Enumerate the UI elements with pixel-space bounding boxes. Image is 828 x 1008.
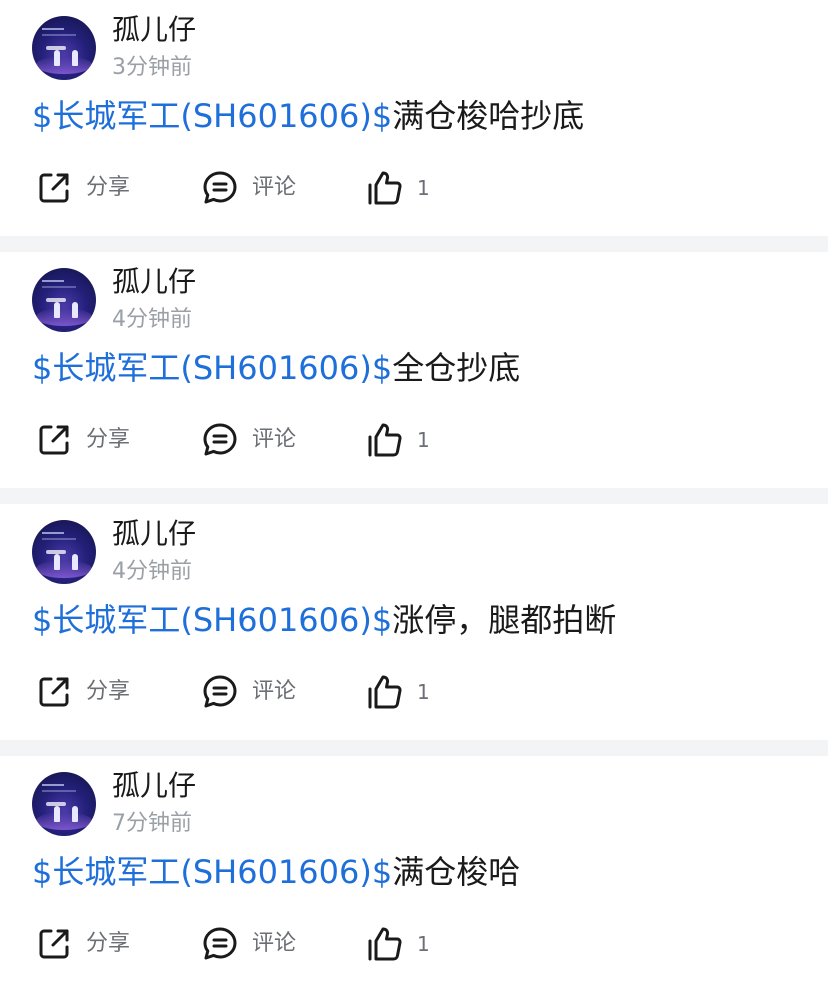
username[interactable]: 孤儿仔 [112, 766, 196, 806]
username[interactable]: 孤儿仔 [112, 10, 196, 50]
comment-icon [202, 926, 238, 962]
avatar-detail [42, 34, 76, 36]
username[interactable]: 孤儿仔 [112, 514, 196, 554]
comment-button[interactable]: 评论 [202, 420, 296, 460]
share-button[interactable]: 分享 [36, 420, 130, 460]
avatar[interactable] [32, 772, 96, 836]
avatar[interactable] [32, 268, 96, 332]
share-label: 分享 [86, 931, 131, 956]
avatar-detail [42, 532, 64, 534]
like-count: 1 [417, 176, 430, 200]
avatar-detail [36, 308, 92, 326]
post-content: $长城军工(SH601606)$满仓梭哈抄底 [32, 92, 584, 140]
post-card: 孤儿仔 7分钟前 $长城军工(SH601606)$满仓梭哈 分享 评论 1 [0, 756, 828, 1004]
avatar-detail [42, 538, 76, 540]
post-feed: 孤儿仔 3分钟前 $长城军工(SH601606)$满仓梭哈抄底 分享 评论 1 … [0, 0, 828, 1004]
avatar-detail [54, 554, 60, 570]
post-content: $长城军工(SH601606)$涨停，腿都拍断 [32, 596, 616, 644]
post-card: 孤儿仔 4分钟前 $长城军工(SH601606)$全仓抄底 分享 评论 1 [0, 252, 828, 488]
post-text: 满仓梭哈 [392, 853, 521, 891]
like-button[interactable]: 1 [367, 168, 430, 208]
share-button[interactable]: 分享 [36, 168, 130, 208]
comment-button[interactable]: 评论 [202, 924, 296, 964]
post-actions: 分享 评论 1 [0, 924, 828, 964]
avatar-detail [72, 806, 78, 822]
comment-icon [202, 170, 238, 206]
avatar-detail [42, 790, 76, 792]
comment-label: 评论 [252, 175, 297, 200]
avatar-detail [54, 50, 60, 66]
post-actions: 分享 评论 1 [0, 672, 828, 712]
avatar-detail [72, 50, 78, 66]
comment-label: 评论 [252, 679, 297, 704]
post-text: 满仓梭哈抄底 [392, 97, 585, 135]
share-icon [36, 170, 72, 206]
post-card: 孤儿仔 3分钟前 $长城军工(SH601606)$满仓梭哈抄底 分享 评论 1 [0, 0, 828, 236]
stock-link[interactable]: $长城军工(SH601606)$ [32, 97, 392, 135]
stock-link[interactable]: $长城军工(SH601606)$ [32, 349, 392, 387]
post-content: $长城军工(SH601606)$满仓梭哈 [32, 848, 520, 896]
avatar[interactable] [32, 16, 96, 80]
post-time: 3分钟前 [112, 55, 192, 80]
stock-link[interactable]: $长城军工(SH601606)$ [32, 601, 392, 639]
avatar-detail [54, 806, 60, 822]
thumbs-up-icon [367, 170, 403, 206]
share-button[interactable]: 分享 [36, 924, 130, 964]
avatar-detail [36, 560, 92, 578]
avatar-detail [72, 554, 78, 570]
post-time: 7分钟前 [112, 811, 192, 836]
stock-link[interactable]: $长城军工(SH601606)$ [32, 853, 392, 891]
comment-icon [202, 674, 238, 710]
thumbs-up-icon [367, 422, 403, 458]
post-time: 4分钟前 [112, 307, 192, 332]
share-label: 分享 [86, 679, 131, 704]
post-divider [0, 740, 828, 756]
post-content: $长城军工(SH601606)$全仓抄底 [32, 344, 520, 392]
avatar-detail [54, 302, 60, 318]
share-icon [36, 674, 72, 710]
like-button[interactable]: 1 [367, 420, 430, 460]
comment-button[interactable]: 评论 [202, 168, 296, 208]
post-actions: 分享 评论 1 [0, 420, 828, 460]
avatar-detail [72, 302, 78, 318]
comment-label: 评论 [252, 427, 297, 452]
thumbs-up-icon [367, 674, 403, 710]
comment-icon [202, 422, 238, 458]
avatar-detail [36, 812, 92, 830]
comment-button[interactable]: 评论 [202, 672, 296, 712]
avatar-detail [42, 286, 76, 288]
avatar-detail [42, 28, 64, 30]
comment-label: 评论 [252, 931, 297, 956]
post-time: 4分钟前 [112, 559, 192, 584]
avatar-detail [42, 784, 64, 786]
post-divider [0, 236, 828, 252]
post-text: 涨停，腿都拍断 [392, 601, 617, 639]
like-count: 1 [417, 428, 430, 452]
share-icon [36, 926, 72, 962]
share-icon [36, 422, 72, 458]
post-card: 孤儿仔 4分钟前 $长城军工(SH601606)$涨停，腿都拍断 分享 评论 1 [0, 504, 828, 740]
username[interactable]: 孤儿仔 [112, 262, 196, 302]
like-button[interactable]: 1 [367, 672, 430, 712]
post-text: 全仓抄底 [392, 349, 521, 387]
like-count: 1 [417, 932, 430, 956]
post-actions: 分享 评论 1 [0, 168, 828, 208]
share-button[interactable]: 分享 [36, 672, 130, 712]
thumbs-up-icon [367, 926, 403, 962]
avatar-detail [42, 280, 64, 282]
share-label: 分享 [86, 175, 131, 200]
avatar-detail [36, 56, 92, 74]
post-divider [0, 488, 828, 504]
like-count: 1 [417, 680, 430, 704]
avatar[interactable] [32, 520, 96, 584]
share-label: 分享 [86, 427, 131, 452]
like-button[interactable]: 1 [367, 924, 430, 964]
